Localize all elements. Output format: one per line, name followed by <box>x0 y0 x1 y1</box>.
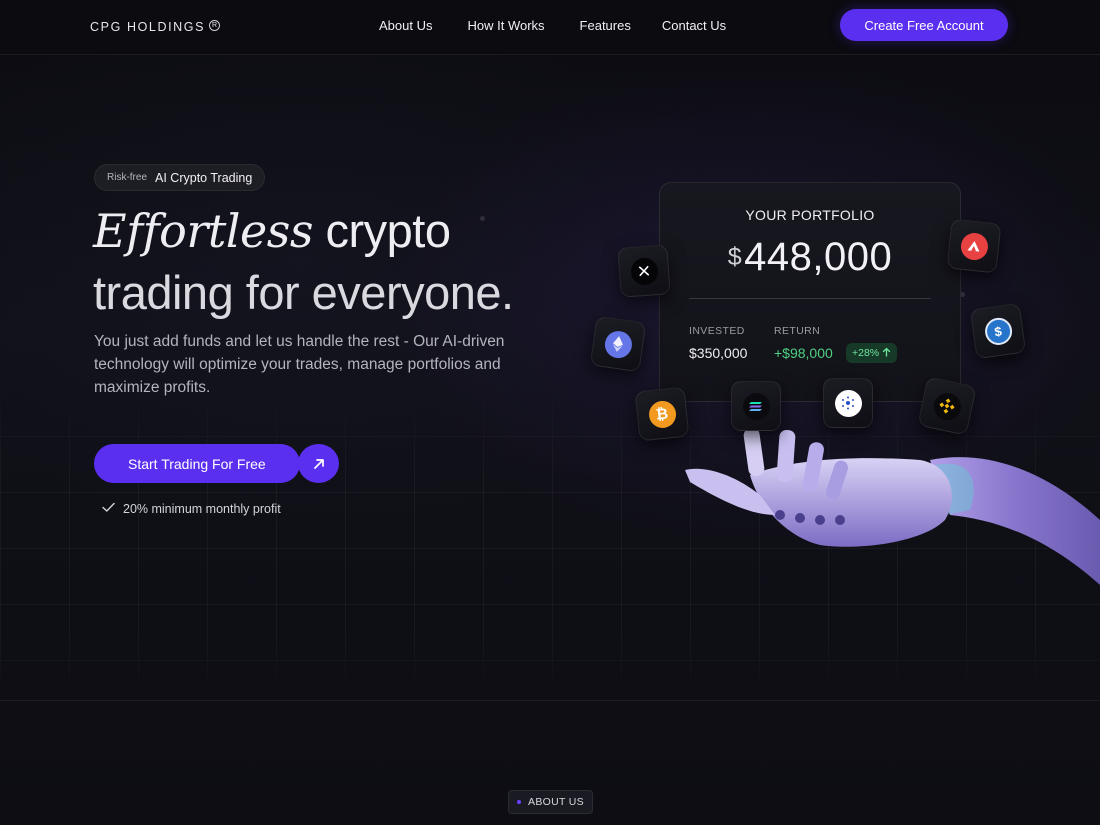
hero-pill: Risk-free AI Crypto Trading <box>94 164 266 191</box>
arrow-up-icon <box>882 347 891 360</box>
bitcoin-coin-tile: ₿ <box>634 386 690 442</box>
portfolio-card: YOUR PORTFOLIO $448,000 INVESTED $350,00… <box>659 182 961 402</box>
portfolio-amount: $448,000 <box>660 235 960 280</box>
profit-note-text: 20% minimum monthly profit <box>123 502 281 516</box>
brand-logo[interactable]: CPG HOLDINGS R <box>90 20 221 34</box>
invested-label: INVESTED <box>689 325 745 337</box>
hero-description: You just add funds and let us handle the… <box>94 333 505 396</box>
ethereum-icon <box>602 328 634 360</box>
ethereum-coin-tile <box>589 315 647 373</box>
cardano-coin-tile <box>823 378 873 428</box>
invested-value: $350,000 <box>689 345 748 361</box>
portfolio-amount-value: 448,000 <box>744 235 893 279</box>
avalanche-icon <box>959 231 989 261</box>
bullet-dot-icon <box>517 800 522 804</box>
registered-mark-icon: R <box>209 20 221 31</box>
card-divider <box>689 298 931 299</box>
hero-title: Effortless crypto trading for everyone. <box>93 200 573 324</box>
profit-note: 20% minimum monthly profit <box>102 502 281 516</box>
return-percent: +28% <box>852 347 880 359</box>
create-account-button[interactable]: Create Free Account <box>840 9 1008 41</box>
arrow-up-right-icon[interactable] <box>298 444 339 483</box>
solana-coin-tile <box>731 381 781 431</box>
nav-link-features[interactable]: Features <box>580 18 631 33</box>
x-icon <box>629 256 659 286</box>
page: CPG HOLDINGS R About Us How It Works Fea… <box>0 0 1100 825</box>
brand-name: CPG HOLDINGS <box>90 20 206 34</box>
binance-coin-tile <box>917 376 977 436</box>
hero-title-rest: crypto <box>312 204 451 257</box>
top-nav: CPG HOLDINGS R About Us How It Works Fea… <box>0 0 1100 55</box>
usdc-icon: $ <box>982 315 1014 347</box>
currency-symbol: $ <box>727 243 743 271</box>
binance-icon <box>930 389 964 423</box>
usdc-coin-tile: $ <box>969 302 1027 360</box>
return-value: +$98,000 <box>774 345 833 361</box>
robot-hand-image <box>685 428 1100 585</box>
solana-icon <box>742 392 770 420</box>
avalanche-coin-tile <box>946 218 1002 274</box>
section-divider <box>0 700 1100 701</box>
return-percent-badge: +28% <box>846 343 898 363</box>
x-coin-tile <box>617 244 671 298</box>
start-trading-button[interactable]: Start Trading For Free <box>94 444 300 483</box>
return-label: RETURN <box>774 325 821 337</box>
pill-main-label: AI Crypto Trading <box>155 170 253 185</box>
cardano-icon <box>834 389 862 417</box>
about-us-tag: ABOUT US <box>508 790 593 814</box>
bitcoin-icon: ₿ <box>647 399 677 429</box>
hero-title-line2: trading for everyone. <box>93 266 514 319</box>
nav-link-contact-us[interactable]: Contact Us <box>662 18 726 33</box>
nav-link-how-it-works[interactable]: How It Works <box>467 18 544 33</box>
nav-link-about-us[interactable]: About Us <box>379 18 432 33</box>
nav-links: About Us How It Works Features Contact U… <box>379 18 726 33</box>
about-us-label: ABOUT US <box>528 796 584 808</box>
portfolio-title: YOUR PORTFOLIO <box>745 207 875 223</box>
pill-small-label: Risk-free <box>107 172 148 183</box>
hero-title-italic: Effortless <box>93 204 313 258</box>
check-icon <box>102 502 115 516</box>
